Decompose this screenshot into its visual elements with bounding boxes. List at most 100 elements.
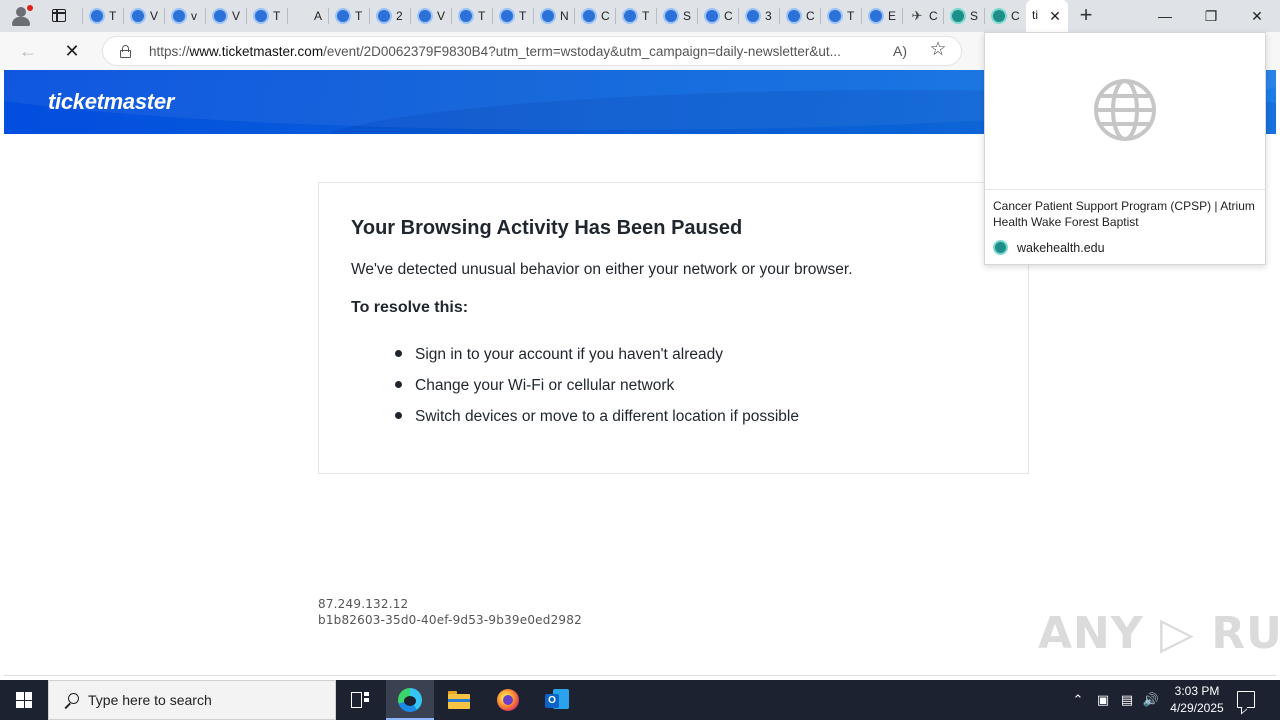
notification-icon[interactable] xyxy=(1237,691,1255,708)
tab-item[interactable]: N xyxy=(533,4,574,28)
tab-title: C xyxy=(1011,9,1020,23)
tab-item[interactable]: C xyxy=(984,4,1025,28)
search-icon xyxy=(63,692,81,710)
tab-item[interactable]: 3 xyxy=(738,4,779,28)
tab-item[interactable]: C xyxy=(574,4,615,28)
firefox-button[interactable] xyxy=(484,680,532,720)
outlook-button[interactable]: O xyxy=(533,680,581,720)
start-button[interactable] xyxy=(0,680,48,720)
globe-icon xyxy=(499,8,515,24)
tab-title: C xyxy=(929,9,938,23)
resolve-steps: Sign in to your account if you haven't a… xyxy=(395,339,799,432)
tab-separator xyxy=(82,8,83,24)
tab-item[interactable]: V xyxy=(123,4,164,28)
tab-item[interactable]: V xyxy=(410,4,451,28)
tab-title: T xyxy=(109,9,117,23)
tab-title: V xyxy=(437,9,446,23)
volume-icon[interactable]: 🔊 xyxy=(1140,680,1162,720)
close-tab-icon[interactable]: ✕ xyxy=(1045,6,1065,26)
tab-title: C xyxy=(601,9,610,23)
tab-title: C xyxy=(806,9,815,23)
tab-hover-card: Cancer Patient Support Program (CPSP) | … xyxy=(984,32,1266,265)
stop-loading-button[interactable]: ✕ xyxy=(58,39,86,63)
tab-active[interactable]: ti ✕ xyxy=(1026,0,1068,32)
tab-item[interactable]: T xyxy=(820,4,861,28)
url-text[interactable]: https://www.ticketmaster.com/event/2D006… xyxy=(149,44,879,59)
list-item: Switch devices or move to a different lo… xyxy=(395,401,799,432)
close-window-button[interactable]: ✕ xyxy=(1234,0,1280,32)
globe-icon xyxy=(868,8,884,24)
tab-item[interactable]: T xyxy=(615,4,656,28)
address-bar[interactable]: https://www.ticketmaster.com/event/2D006… xyxy=(102,36,962,66)
tab-title: T xyxy=(478,9,486,23)
profile-icon[interactable] xyxy=(8,4,34,28)
tab-strip: T Vv V T A T 2 V T T N C T S C 3 C T E ✈ C S C ti ✕ + — ❐ ✕ xyxy=(0,0,1280,32)
globe-icon xyxy=(212,8,228,24)
tab-item[interactable]: ✈ C xyxy=(902,4,943,28)
read-aloud-icon[interactable]: A) xyxy=(889,41,911,61)
tab-item[interactable]: E xyxy=(861,4,902,28)
file-explorer-button[interactable] xyxy=(435,680,483,720)
page-title: Your Browsing Activity Has Been Paused xyxy=(351,217,743,239)
taskbar-search[interactable]: Type here to search xyxy=(48,680,336,720)
tab-item[interactable]: v xyxy=(164,4,205,28)
back-button[interactable]: ← xyxy=(14,39,42,63)
chevron-up-icon[interactable]: ⌃ xyxy=(1068,680,1088,720)
tab-separator xyxy=(328,8,329,24)
tab-item[interactable]: T xyxy=(328,4,369,28)
ticketmaster-logo[interactable]: ticketmaster xyxy=(48,89,174,115)
restore-button[interactable]: ❐ xyxy=(1188,0,1234,32)
new-tab-button[interactable]: + xyxy=(1074,4,1098,28)
tab-separator xyxy=(410,8,411,24)
search-placeholder: Type here to search xyxy=(88,692,212,708)
tab-item[interactable]: C xyxy=(779,4,820,28)
tab-separator xyxy=(656,8,657,24)
tab-title: v xyxy=(191,9,197,23)
tab-item[interactable]: T xyxy=(492,4,533,28)
tab-separator xyxy=(697,8,698,24)
tab-actions-icon[interactable] xyxy=(50,7,68,25)
favorite-star-icon[interactable]: ☆ xyxy=(927,39,949,61)
tab-item[interactable]: T xyxy=(246,4,287,28)
globe-icon xyxy=(622,8,638,24)
bullet-icon xyxy=(395,350,402,357)
firefox-icon xyxy=(497,689,519,711)
edge-icon xyxy=(398,688,422,712)
globe-icon xyxy=(376,8,392,24)
tab-separator xyxy=(246,8,247,24)
tab-title: 3 xyxy=(765,9,772,23)
windows-logo-icon xyxy=(16,692,32,708)
tab-item[interactable]: T xyxy=(451,4,492,28)
tab-title: S xyxy=(683,9,692,23)
globe-icon xyxy=(745,8,761,24)
tab-item[interactable]: A xyxy=(287,4,328,28)
lock-icon[interactable] xyxy=(119,45,132,58)
tab-separator xyxy=(738,8,739,24)
tab-item[interactable]: T xyxy=(82,4,123,28)
tab-item[interactable]: S xyxy=(656,4,697,28)
system-clock[interactable]: 3:03 PM 4/29/2025 xyxy=(1160,683,1234,717)
tab-separator xyxy=(533,8,534,24)
minimize-button[interactable]: — xyxy=(1142,0,1188,32)
tab-title: T xyxy=(355,9,363,23)
list-item: Sign in to your account if you haven't a… xyxy=(395,339,799,370)
tab-title: T xyxy=(273,9,281,23)
tab-separator xyxy=(492,8,493,24)
tab-item[interactable]: V xyxy=(205,4,246,28)
tab-separator xyxy=(902,8,903,24)
bullet-icon xyxy=(395,412,402,419)
tab-title: T xyxy=(519,9,527,23)
tab-item[interactable]: S xyxy=(943,4,984,28)
tab-item[interactable]: C xyxy=(697,4,738,28)
site-favicon-icon xyxy=(993,240,1008,255)
edge-taskbar-button[interactable] xyxy=(386,680,434,720)
tab-separator xyxy=(984,8,985,24)
globe-icon xyxy=(581,8,597,24)
tab-item[interactable]: 2 xyxy=(369,4,410,28)
tab-separator xyxy=(615,8,616,24)
task-view-button[interactable] xyxy=(336,680,384,720)
network-icon[interactable]: ▤ xyxy=(1116,680,1138,720)
tab-title: N xyxy=(560,9,569,23)
tab-separator xyxy=(369,8,370,24)
meet-now-icon[interactable]: ▣ xyxy=(1093,680,1113,720)
